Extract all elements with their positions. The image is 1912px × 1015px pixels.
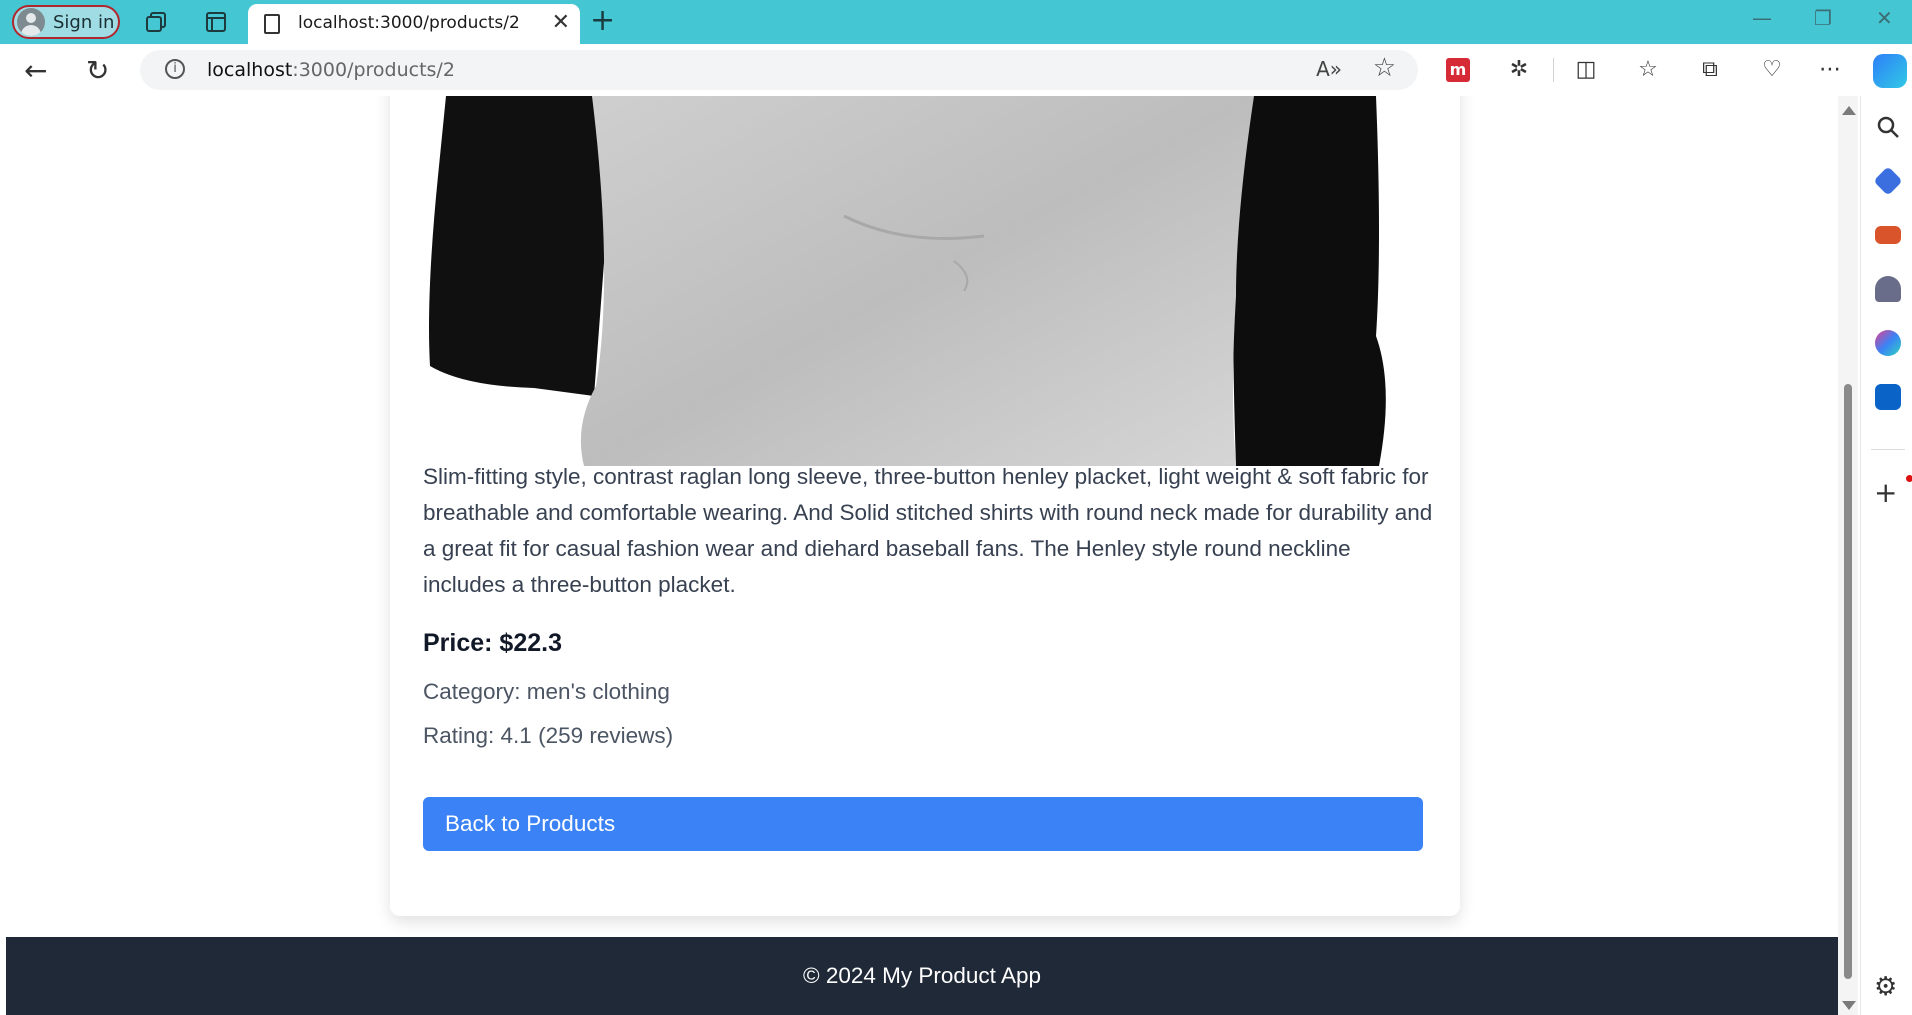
- notification-dot: [1906, 475, 1912, 482]
- address-bar[interactable]: i localhost:3000/products/2 A» ☆: [140, 50, 1418, 90]
- add-icon[interactable]: +: [1874, 476, 1897, 509]
- back-to-products-button[interactable]: Back to Products: [423, 797, 1423, 851]
- games-icon[interactable]: [1875, 276, 1901, 302]
- favorites-icon[interactable]: ☆: [1636, 58, 1660, 82]
- back-arrow-icon[interactable]: ←: [24, 54, 47, 87]
- product-card: Slim-fitting style, contrast raglan long…: [390, 96, 1460, 916]
- browser-sidebar: + ⚙: [1860, 96, 1912, 1015]
- profile-label: Sign in: [53, 11, 115, 33]
- browser-toolbar: ← ↻ i localhost:3000/products/2 A» ☆ m ✲…: [0, 44, 1912, 96]
- shopping-tag-icon[interactable]: [1873, 166, 1903, 196]
- copilot-icon[interactable]: [1873, 54, 1907, 88]
- toolbar-divider: [1553, 58, 1554, 82]
- more-menu-icon[interactable]: ⋯: [1818, 58, 1842, 82]
- window-close-icon[interactable]: ✕: [1876, 6, 1893, 30]
- page-viewport: Slim-fitting style, contrast raglan long…: [6, 96, 1838, 1015]
- page-icon: [264, 14, 280, 34]
- product-description: Slim-fitting style, contrast raglan long…: [423, 464, 1433, 597]
- read-aloud-icon[interactable]: A»: [1316, 57, 1342, 81]
- vertical-tabs-icon[interactable]: [204, 10, 228, 34]
- page-scrollbar[interactable]: [1838, 96, 1858, 1015]
- site-info-icon[interactable]: i: [165, 59, 185, 79]
- outlook-icon[interactable]: [1875, 384, 1901, 410]
- refresh-icon[interactable]: ↻: [86, 54, 109, 87]
- toolbox-icon[interactable]: [1875, 226, 1901, 244]
- shirt-illustration: [429, 96, 1386, 466]
- restore-icon[interactable]: ❐: [1814, 6, 1832, 30]
- product-rating: Rating: 4.1 (259 reviews): [423, 723, 674, 748]
- browser-tab-bar: Sign in localhost:3000/products/2 ✕ + — …: [0, 0, 1912, 44]
- product-price: Price: $22.3: [423, 629, 562, 657]
- active-tab[interactable]: localhost:3000/products/2 ✕: [248, 4, 580, 44]
- minimize-icon[interactable]: —: [1752, 6, 1772, 30]
- extensions-puzzle-icon[interactable]: ✲: [1507, 58, 1531, 82]
- page-footer: © 2024 My Product App: [6, 937, 1838, 1015]
- search-icon[interactable]: [1875, 114, 1901, 140]
- tab-close-icon[interactable]: ✕: [552, 10, 570, 35]
- scroll-down-arrow-icon[interactable]: [1842, 1001, 1856, 1010]
- microsoft365-icon[interactable]: [1875, 330, 1901, 356]
- product-category: Category: men's clothing: [423, 679, 670, 704]
- workspaces-icon[interactable]: [144, 10, 168, 34]
- scrollbar-thumb[interactable]: [1844, 384, 1852, 979]
- scroll-up-arrow-icon[interactable]: [1842, 106, 1856, 115]
- url-text[interactable]: localhost:3000/products/2: [207, 59, 455, 81]
- browser-essentials-icon[interactable]: ♡: [1760, 58, 1784, 82]
- profile-sign-in-button[interactable]: Sign in: [12, 5, 120, 39]
- product-image: [424, 96, 1426, 466]
- split-screen-icon[interactable]: ◫: [1574, 58, 1598, 82]
- new-tab-icon[interactable]: +: [590, 3, 615, 38]
- settings-icon[interactable]: ⚙: [1874, 972, 1897, 1002]
- extension-red-icon[interactable]: m: [1446, 58, 1470, 82]
- tab-title: localhost:3000/products/2: [298, 13, 520, 33]
- avatar: [17, 8, 45, 36]
- favorite-star-icon[interactable]: ☆: [1373, 53, 1396, 83]
- collections-icon[interactable]: ⧉: [1698, 58, 1722, 82]
- sidebar-divider: [1871, 449, 1905, 450]
